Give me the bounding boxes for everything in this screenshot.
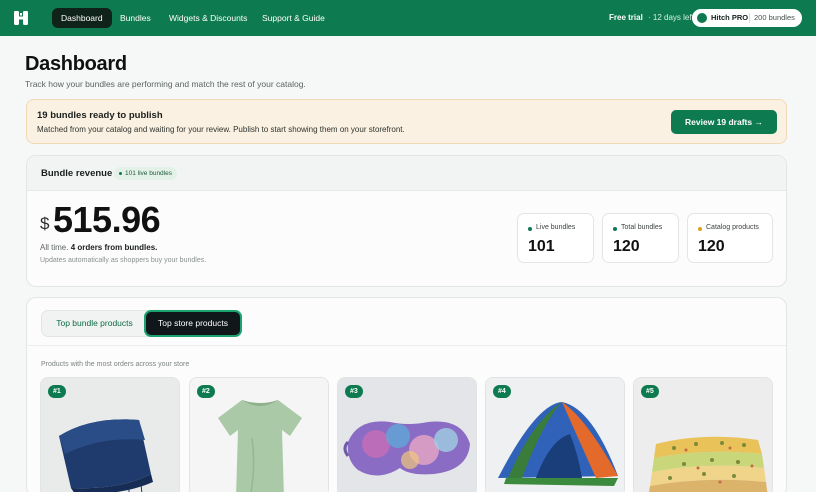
stat-total-bundles: Total bundles 120 xyxy=(602,213,679,263)
plan-name: Hitch PRO xyxy=(711,13,749,22)
review-drafts-button[interactable]: Review 19 drafts → xyxy=(671,110,777,134)
stat-live-bundles: Live bundles 101 xyxy=(517,213,594,263)
revenue-note: Updates automatically as shoppers buy yo… xyxy=(40,257,207,264)
banner-text: Matched from your catalog and waiting fo… xyxy=(37,125,405,134)
rank-badge: #4 xyxy=(493,385,511,398)
revenue-amount: 515.96 xyxy=(53,199,161,240)
stat-dot-icon xyxy=(613,227,617,231)
live-bundles-badge: 101 live bundles xyxy=(114,167,177,180)
hitch-logo-icon[interactable] xyxy=(12,9,30,27)
page-title: Dashboard xyxy=(25,53,127,75)
product-tile-1[interactable]: #1 xyxy=(40,377,180,492)
stat-label: Total bundles xyxy=(621,224,663,231)
publish-banner: 19 bundles ready to publish Matched from… xyxy=(26,99,787,144)
tab-top-store-products[interactable]: Top store products xyxy=(146,312,240,335)
stat-catalog-products: Catalog products 120 xyxy=(687,213,773,263)
page-subtitle: Track how your bundles are performing an… xyxy=(25,79,306,89)
free-trial-label: Free trial xyxy=(609,13,643,22)
nav-tab-bundles[interactable]: Bundles xyxy=(111,8,160,28)
bundle-revenue-card: Bundle revenue 101 live bundles $ 515.96… xyxy=(26,155,787,287)
tab-top-bundle-products[interactable]: Top bundle products xyxy=(44,312,145,335)
rank-badge: #1 xyxy=(48,385,66,398)
product-tile-3[interactable]: #3 xyxy=(337,377,477,492)
revenue-meta-prefix: All time. xyxy=(40,243,69,252)
nav-tab-dashboard[interactable]: Dashboard xyxy=(52,8,112,28)
product-tile-5[interactable]: #5 xyxy=(633,377,773,492)
stat-label: Live bundles xyxy=(536,224,576,231)
trial-days-left: · 12 days left xyxy=(648,13,694,22)
product-tile-2[interactable]: #2 xyxy=(189,377,329,492)
nav-tab-widgets-discounts[interactable]: Widgets & Discounts xyxy=(160,8,256,28)
banner-title: 19 bundles ready to publish xyxy=(37,110,163,121)
stat-value: 120 xyxy=(698,238,725,255)
products-subtitle: Products with the most orders across you… xyxy=(41,361,190,368)
revenue-meta: All time. 4 orders from bundles. xyxy=(40,243,157,252)
plan-logo-icon xyxy=(697,13,707,23)
product-tile-4[interactable]: #4 xyxy=(485,377,625,492)
stat-label: Catalog products xyxy=(706,224,759,231)
nav-tab-support-guide[interactable]: Support & Guide xyxy=(253,8,334,28)
plan-bundle-count: 200 bundles xyxy=(754,13,795,22)
top-products-card: Top bundle products Top store products P… xyxy=(26,297,787,492)
revenue-orders-count: 4 orders from bundles. xyxy=(70,243,158,252)
stat-dot-icon xyxy=(698,227,702,231)
plan-divider xyxy=(749,13,750,23)
stat-value: 120 xyxy=(613,238,640,255)
top-navigation-bar: Dashboard Bundles Widgets & Discounts Su… xyxy=(0,0,816,36)
stat-dot-icon xyxy=(528,227,532,231)
plan-pill[interactable]: Hitch PRO 200 bundles xyxy=(692,9,802,27)
revenue-card-header: Bundle revenue 101 live bundles xyxy=(27,156,786,191)
rank-badge: #5 xyxy=(641,385,659,398)
divider xyxy=(27,345,786,346)
rank-badge: #3 xyxy=(345,385,363,398)
revenue-title: Bundle revenue xyxy=(41,168,113,179)
stat-value: 101 xyxy=(528,238,555,255)
products-tab-toggle: Top bundle products Top store products xyxy=(41,310,242,337)
rank-badge: #2 xyxy=(197,385,215,398)
currency-symbol: $ xyxy=(40,214,50,233)
